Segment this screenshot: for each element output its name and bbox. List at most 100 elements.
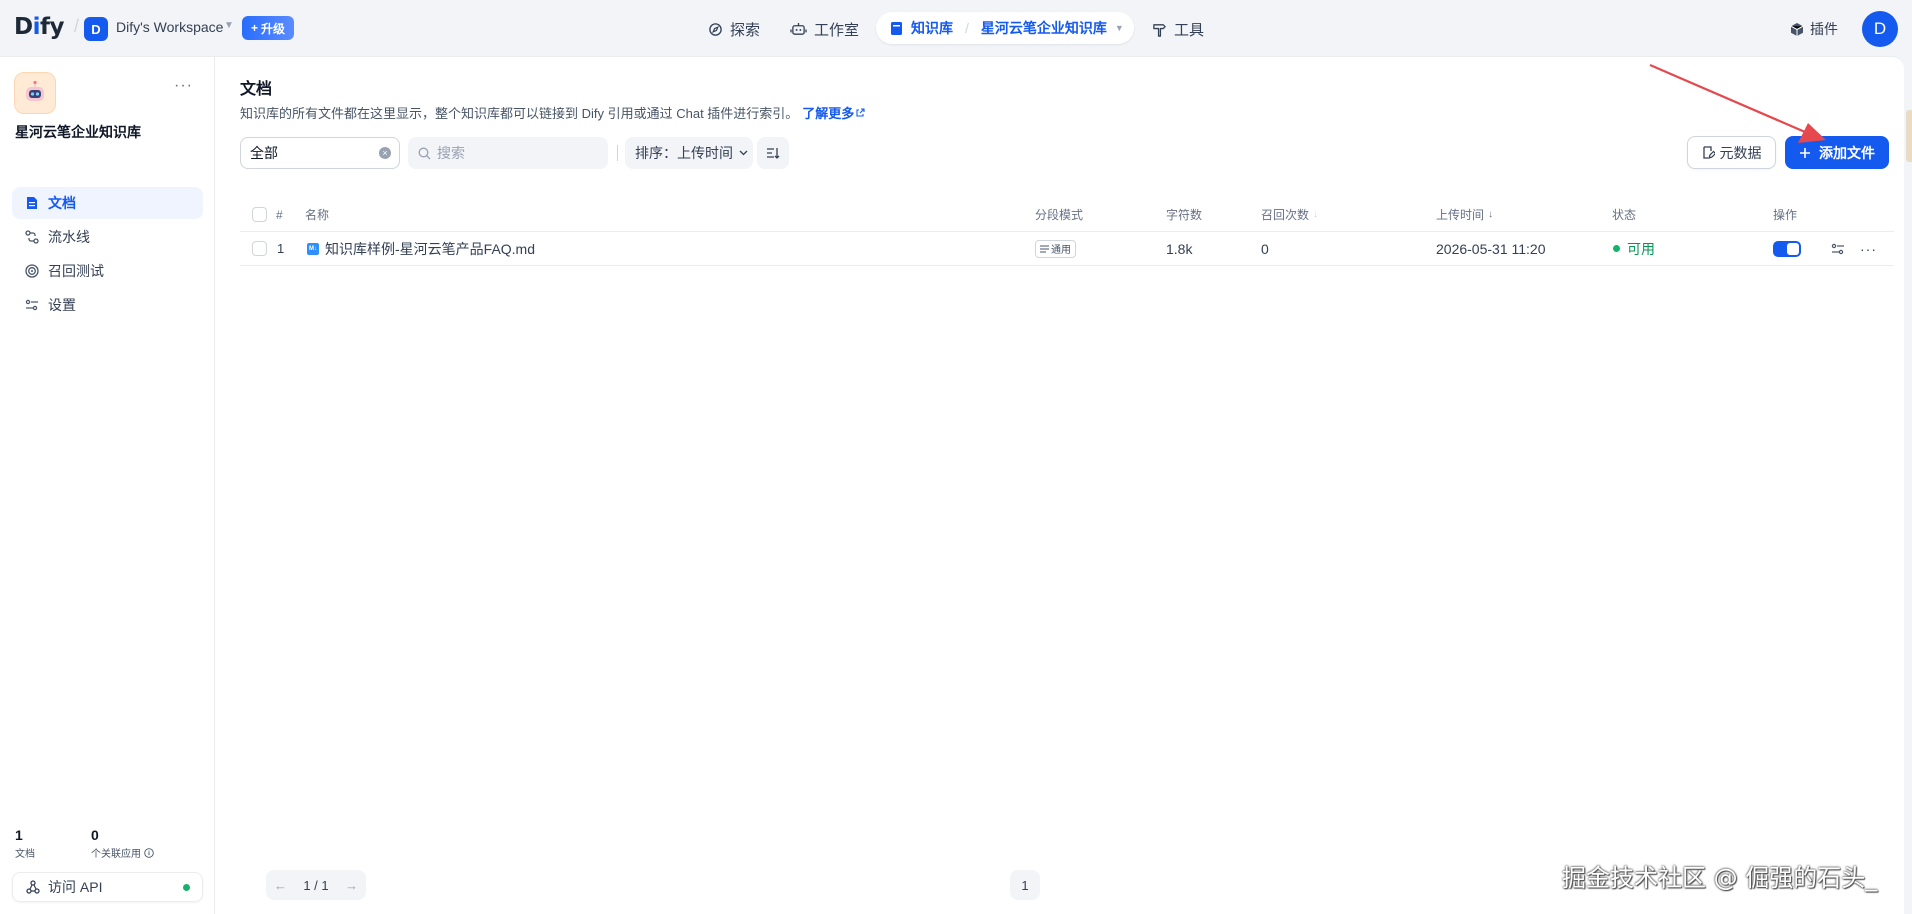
col-hits-label: 召回次数 [1261, 208, 1310, 222]
search-placeholder: 搜索 [437, 145, 465, 161]
workspace-name[interactable]: Dify's Workspace [116, 19, 223, 35]
watermark-text: 掘金技术社区 @ 倔强的石头_ [1562, 864, 1878, 892]
metadata-button[interactable]: 元数据 [1687, 136, 1776, 169]
mode-label: 通用 [1051, 245, 1071, 256]
doc-count: 1 [15, 827, 23, 843]
compass-icon [709, 22, 722, 36]
documents-content: 文档 知识库的所有文件都在这里显示，整个知识库都可以链接到 Dify 引用或通过… [240, 57, 1904, 914]
chevron-down-icon[interactable]: ▼ [224, 20, 234, 31]
row-name[interactable]: M↓ 知识库样例-星河云笔产品FAQ.md [307, 239, 535, 259]
external-link-icon [856, 108, 865, 117]
annotation-arrow [1649, 63, 1826, 143]
list-icon [1040, 245, 1049, 252]
row-index: 1 [277, 241, 285, 256]
cube-icon [1790, 22, 1804, 36]
linked-apps-stat: 0 个关联应用 [91, 827, 154, 860]
sort-select[interactable]: 排序：上传时间 [625, 137, 753, 169]
nav-explore-label: 探索 [730, 21, 761, 39]
sidebar-item-documents[interactable]: 文档 [12, 187, 203, 219]
upgrade-button[interactable]: + 升级 [242, 16, 295, 40]
checkbox[interactable] [252, 207, 267, 222]
sidebar: ··· 星河云笔企业知识库 文档 流水线 召回测试 设置 1 文档 0 个关联应… [0, 57, 215, 914]
kb-title: 星河云笔企业知识库 [15, 124, 141, 140]
search-icon [418, 147, 431, 159]
page-range: 1 / 1 [303, 877, 329, 893]
doc-count-label: 文档 [15, 849, 35, 860]
status-filter-select[interactable]: 全部 × [240, 137, 400, 169]
more-options-icon[interactable]: ··· [174, 77, 193, 95]
table-row[interactable]: 1 M↓ 知识库样例-星河云笔产品FAQ.md 通用 1.8k 0 2026-0… [240, 232, 1894, 266]
top-bar: Dify / D Dify's Workspace ▼ + 升级 探索 工作室 … [0, 0, 1912, 56]
settings-icon [25, 298, 39, 312]
next-page-icon[interactable]: → [345, 878, 358, 893]
col-hits[interactable]: 召回次数 ↓ [1261, 206, 1318, 223]
nav-explore[interactable]: 探索 [698, 14, 770, 44]
access-api-button[interactable]: 访问 API [12, 872, 203, 902]
table-header: # 名称 分段模式 字符数 召回次数 ↓ 上传时间 ↓ 状态 操作 [240, 198, 1894, 232]
document-icon [25, 196, 39, 210]
upgrade-label: 升级 [261, 21, 286, 36]
plugins-label: 插件 [1810, 21, 1838, 37]
main-panel: ··· 星河云笔企业知识库 文档 流水线 召回测试 设置 1 文档 0 个关联应… [0, 56, 1904, 914]
current-kb-selector[interactable]: 星河云笔企业知识库 [981, 18, 1107, 38]
nav-studio[interactable]: 工作室 [780, 14, 869, 44]
api-icon [26, 880, 40, 894]
row-mode: 通用 [1035, 239, 1076, 258]
chevron-down-icon[interactable]: ▼ [1115, 23, 1124, 33]
nav-studio-label: 工作室 [814, 21, 860, 39]
sidebar-item-settings[interactable]: 设置 [12, 289, 203, 321]
row-status: 可用 [1613, 239, 1655, 259]
info-icon[interactable] [144, 847, 154, 858]
user-avatar[interactable]: D [1862, 11, 1898, 47]
nav-tools-label: 工具 [1174, 21, 1205, 39]
sort-desc-icon [767, 147, 780, 159]
logo-part: D [14, 14, 33, 40]
sort-label: 排序：上传时间 [635, 145, 733, 161]
status-dot [1613, 245, 1620, 252]
nav-knowledge-label: 知识库 [911, 20, 953, 36]
doc-count-stat: 1 文档 [15, 827, 35, 860]
kb-stats: 1 文档 0 个关联应用 [15, 827, 154, 860]
file-name[interactable]: 知识库样例-星河云笔产品FAQ.md [325, 239, 535, 259]
plus-icon [1800, 147, 1810, 158]
sort-order-button[interactable] [757, 137, 789, 169]
prev-page-icon[interactable]: ← [274, 878, 287, 893]
metadata-label: 元数据 [1719, 144, 1762, 161]
workspace-avatar[interactable]: D [84, 17, 108, 41]
col-uploaded[interactable]: 上传时间 ↓ [1436, 206, 1493, 223]
dify-logo[interactable]: Dify [14, 14, 64, 40]
status-label: 可用 [1627, 240, 1655, 257]
documents-table: # 名称 分段模式 字符数 召回次数 ↓ 上传时间 ↓ 状态 操作 1 M↓ 知识库… [240, 198, 1894, 266]
sidebar-item-label: 文档 [48, 195, 76, 211]
add-file-button[interactable]: 添加文件 [1785, 136, 1889, 169]
search-input[interactable]: 搜索 [408, 137, 608, 169]
col-chars: 字符数 [1166, 208, 1203, 222]
page-number-button[interactable]: 1 [1010, 870, 1040, 900]
robot-icon [790, 22, 807, 35]
checkbox[interactable] [252, 241, 267, 256]
row-settings-icon[interactable] [1831, 243, 1845, 255]
add-file-label: 添加文件 [1819, 144, 1875, 161]
toggle-switch[interactable] [1773, 240, 1801, 257]
plus-icon: + [251, 21, 259, 35]
nav-tools[interactable]: 工具 [1142, 14, 1214, 44]
col-actions: 操作 [1773, 208, 1798, 222]
row-chars: 1.8k [1166, 240, 1193, 257]
col-name: 名称 [305, 208, 330, 222]
row-more-icon[interactable]: ··· [1860, 241, 1877, 257]
hammer-icon [1153, 23, 1166, 37]
sort-arrow-icon: ↓ [1313, 209, 1319, 220]
divider: / [74, 16, 80, 36]
enable-toggle[interactable] [1773, 240, 1801, 257]
row-uploaded: 2026-05-31 11:20 [1436, 240, 1546, 257]
plugins-button[interactable]: 插件 [1790, 19, 1838, 39]
nav-knowledge[interactable]: 知识库 / 星河云笔企业知识库 ▼ [876, 12, 1134, 44]
sidebar-item-hit-testing[interactable]: 召回测试 [12, 255, 203, 287]
row-checkbox[interactable] [252, 241, 267, 256]
clear-icon[interactable]: × [379, 147, 391, 159]
select-all-checkbox[interactable] [252, 207, 267, 222]
linked-apps-count: 0 [91, 827, 99, 843]
sidebar-item-pipeline[interactable]: 流水线 [12, 221, 203, 253]
learn-more-link[interactable]: 了解更多 [802, 106, 865, 121]
access-api-label: 访问 API [48, 879, 103, 895]
